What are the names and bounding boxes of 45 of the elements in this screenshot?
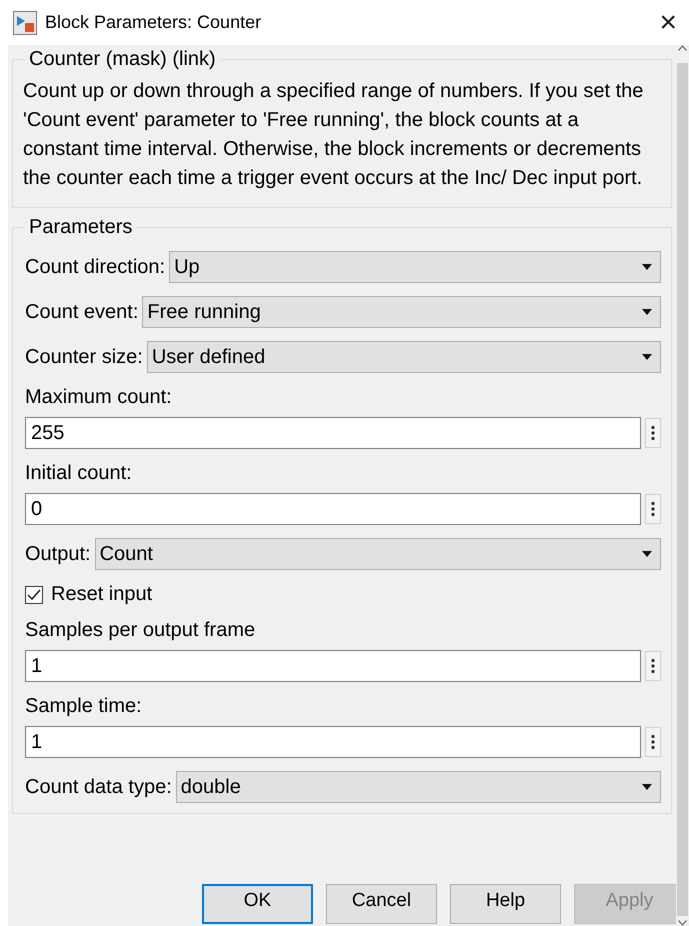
input-field[interactable]: 255: [25, 417, 641, 449]
dialog-button[interactable]: Help: [450, 884, 561, 924]
dialog-button[interactable]: Cancel: [326, 884, 437, 924]
input-field[interactable]: 1: [25, 726, 641, 758]
input-field[interactable]: 0: [25, 493, 641, 525]
dots-icon: [651, 658, 655, 674]
field-label: Count event:: [25, 300, 138, 324]
more-options-button[interactable]: [645, 651, 661, 681]
dropdown[interactable]: double: [176, 771, 661, 803]
dots-icon: [651, 425, 655, 441]
caret-icon: [642, 354, 652, 360]
caret-icon: [642, 551, 652, 557]
field-label: Sample time:: [25, 695, 143, 718]
window-title: Block Parameters: Counter: [45, 12, 262, 33]
more-options-button[interactable]: [645, 418, 661, 448]
scroll-down-icon[interactable]: [678, 920, 687, 926]
caret-icon: [642, 309, 652, 315]
caret-icon: [642, 264, 652, 270]
checkbox[interactable]: [25, 586, 43, 604]
group-title: Counter (mask) (link): [28, 48, 217, 71]
dialog-button[interactable]: OK: [202, 884, 313, 924]
field-label: Count direction:: [25, 256, 166, 278]
scroll-up-icon[interactable]: [678, 45, 687, 51]
input-field[interactable]: 1: [25, 650, 641, 682]
dots-icon: [651, 501, 655, 517]
field-label: Maximum count:: [25, 386, 173, 409]
field-label: Output:: [25, 542, 91, 566]
caret-icon: [642, 784, 652, 790]
field-label: Initial count:: [25, 462, 133, 485]
field-label: Counter size:: [25, 346, 143, 368]
app-icon: [13, 10, 37, 34]
field-label: Samples per output frame: [25, 619, 256, 642]
dots-icon: [651, 734, 655, 750]
checkbox-label: Reset input: [51, 583, 152, 606]
group-title: Parameters: [28, 216, 134, 239]
more-options-button[interactable]: [645, 727, 661, 757]
dropdown[interactable]: User defined: [146, 341, 661, 373]
field-label: Count data type:: [25, 776, 172, 798]
more-options-button[interactable]: [645, 494, 661, 524]
scrollbar[interactable]: [676, 45, 689, 926]
dropdown[interactable]: Count: [94, 538, 661, 570]
dropdown[interactable]: Up: [169, 251, 661, 283]
description-text: Count up or down through a specified range of numbers. If you set the 'Count event' parameter to 'Free running', the block counts at a constant time interval. Otherwise, the block increments or decrements the counter each time a trigger event occurs at the Inc/ Dec input port.: [23, 79, 644, 191]
dropdown[interactable]: Free running: [142, 296, 661, 328]
close-button[interactable]: ×: [657, 8, 679, 38]
